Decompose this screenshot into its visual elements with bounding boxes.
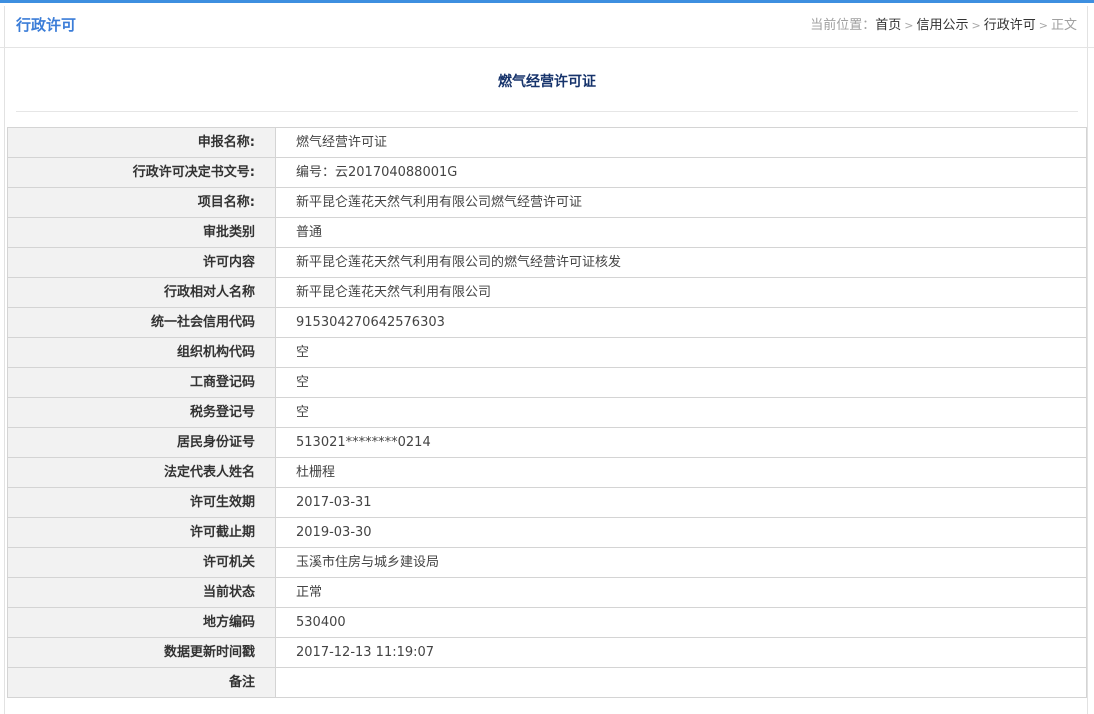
breadcrumb-label: 当前位置： bbox=[810, 18, 876, 33]
breadcrumb-separator: > bbox=[904, 19, 914, 32]
title-divider bbox=[16, 111, 1078, 112]
table-row: 许可内容 新平昆仑莲花天然气利用有限公司的燃气经营许可证核发 bbox=[7, 247, 1087, 278]
table-row: 行政相对人名称 新平昆仑莲花天然气利用有限公司 bbox=[7, 277, 1087, 308]
field-label: 许可生效期 bbox=[7, 487, 276, 518]
field-value: 编号：云201704088001G bbox=[275, 157, 1087, 188]
page-title: 燃气经营许可证 bbox=[498, 74, 596, 90]
table-row: 统一社会信用代码 915304270642576303 bbox=[7, 307, 1087, 338]
field-label: 许可内容 bbox=[7, 247, 276, 278]
breadcrumb-credit-link[interactable]: 信用公示 bbox=[917, 18, 969, 33]
table-row: 申报名称: 燃气经营许可证 bbox=[7, 127, 1087, 158]
field-value: 2017-03-31 bbox=[275, 487, 1087, 518]
table-row: 工商登记码空 bbox=[7, 367, 1087, 398]
field-label: 居民身份证号 bbox=[7, 427, 276, 458]
breadcrumb-home-link[interactable]: 首页 bbox=[875, 18, 901, 33]
field-value: 2017-12-13 11:19:07 bbox=[275, 637, 1087, 668]
field-label: 备注 bbox=[7, 667, 276, 698]
field-label: 地方编码 bbox=[7, 607, 276, 638]
table-row: 审批类别 普通 bbox=[7, 217, 1087, 248]
field-label: 工商登记码 bbox=[7, 367, 276, 398]
table-row: 数据更新时间戳 2017-12-13 11:19:07 bbox=[7, 637, 1087, 668]
field-label: 法定代表人姓名 bbox=[7, 457, 276, 488]
license-detail-table-body: 申报名称: 燃气经营许可证 行政许可决定书文号: 编号：云201704088001G 项… bbox=[7, 127, 1087, 698]
field-value: 普通 bbox=[275, 217, 1087, 248]
field-value: 915304270642576303 bbox=[275, 307, 1087, 338]
field-label: 行政许可决定书文号: bbox=[7, 157, 276, 188]
field-label: 统一社会信用代码 bbox=[7, 307, 276, 338]
field-value: 513021********0214 bbox=[275, 427, 1087, 458]
page-header: 行政许可 当前位置：首页 > 信用公示 > 行政许可 > 正文 bbox=[0, 3, 1094, 48]
breadcrumb: 当前位置：首页 > 信用公示 > 行政许可 > 正文 bbox=[810, 17, 1077, 35]
field-value: 2019-03-30 bbox=[275, 517, 1087, 548]
field-value: 杜栅程 bbox=[275, 457, 1087, 488]
field-value: 新平昆仑莲花天然气利用有限公司 bbox=[275, 277, 1087, 308]
section-title: 行政许可 bbox=[16, 16, 77, 34]
page: 行政许可 当前位置：首页 > 信用公示 > 行政许可 > 正文 燃气经营许可证 申报名称: 燃… bbox=[0, 0, 1094, 714]
field-value: 空 bbox=[275, 337, 1087, 368]
breadcrumb-license-link[interactable]: 行政许可 bbox=[984, 18, 1036, 33]
license-detail-table: 申报名称: 燃气经营许可证 行政许可决定书文号: 编号：云201704088001G 项… bbox=[7, 127, 1087, 698]
field-label: 许可截止期 bbox=[7, 517, 276, 548]
field-value: 530400 bbox=[275, 607, 1087, 638]
table-row: 许可截止期 2019-03-30 bbox=[7, 517, 1087, 548]
table-row: 税务登记号空 bbox=[7, 397, 1087, 428]
field-value: 正常 bbox=[275, 577, 1087, 608]
field-label: 税务登记号 bbox=[7, 397, 276, 428]
field-value: 新平昆仑莲花天然气利用有限公司的燃气经营许可证核发 bbox=[275, 247, 1087, 278]
table-row: 居民身份证号 513021********0214 bbox=[7, 427, 1087, 458]
breadcrumb-separator: > bbox=[1038, 19, 1048, 32]
field-value: 燃气经营许可证 bbox=[275, 127, 1087, 158]
field-label: 行政相对人名称 bbox=[7, 277, 276, 308]
breadcrumb-current: 正文 bbox=[1050, 18, 1077, 33]
field-label: 数据更新时间戳 bbox=[7, 637, 276, 668]
table-row: 法定代表人姓名 杜栅程 bbox=[7, 457, 1087, 488]
field-label: 项目名称: bbox=[7, 187, 276, 218]
table-row: 许可生效期 2017-03-31 bbox=[7, 487, 1087, 518]
field-label: 当前状态 bbox=[7, 577, 276, 608]
table-row: 行政许可决定书文号: 编号：云201704088001G bbox=[7, 157, 1087, 188]
field-value: 新平昆仑莲花天然气利用有限公司燃气经营许可证 bbox=[275, 187, 1087, 218]
field-value bbox=[275, 667, 1087, 698]
field-label: 组织机构代码 bbox=[7, 337, 276, 368]
field-label: 许可机关 bbox=[7, 547, 276, 578]
table-row: 项目名称: 新平昆仑莲花天然气利用有限公司燃气经营许可证 bbox=[7, 187, 1087, 218]
field-label: 申报名称: bbox=[7, 127, 276, 158]
table-row: 备注 bbox=[7, 667, 1087, 698]
field-value: 空 bbox=[275, 397, 1087, 428]
breadcrumb-separator: > bbox=[971, 19, 981, 32]
field-value: 空 bbox=[275, 367, 1087, 398]
table-row: 地方编码 530400 bbox=[7, 607, 1087, 638]
field-label: 审批类别 bbox=[7, 217, 276, 248]
table-row: 当前状态 正常 bbox=[7, 577, 1087, 608]
table-row: 组织机构代码空 bbox=[7, 337, 1087, 368]
field-value: 玉溪市住房与城乡建设局 bbox=[275, 547, 1087, 578]
table-row: 许可机关 玉溪市住房与城乡建设局 bbox=[7, 547, 1087, 578]
